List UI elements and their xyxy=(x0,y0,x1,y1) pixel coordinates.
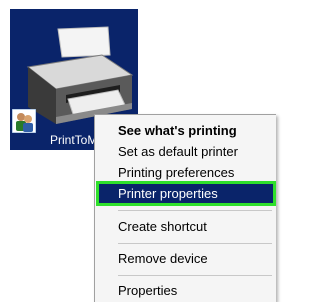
menu-item-printer-properties[interactable]: Printer properties xyxy=(96,181,276,206)
menu-item-properties[interactable]: Properties xyxy=(98,280,274,301)
context-menu: See what's printing Set as default print… xyxy=(94,114,276,302)
menu-separator xyxy=(118,210,272,211)
menu-item-see-whats-printing[interactable]: See what's printing xyxy=(98,120,274,141)
users-overlay-icon xyxy=(12,109,36,133)
menu-item-printing-preferences[interactable]: Printing preferences xyxy=(98,162,274,183)
menu-separator xyxy=(118,243,272,244)
menu-separator xyxy=(118,275,272,276)
menu-item-remove-device[interactable]: Remove device xyxy=(98,248,274,269)
menu-item-create-shortcut[interactable]: Create shortcut xyxy=(98,216,274,237)
menu-item-set-default-printer[interactable]: Set as default printer xyxy=(98,141,274,162)
